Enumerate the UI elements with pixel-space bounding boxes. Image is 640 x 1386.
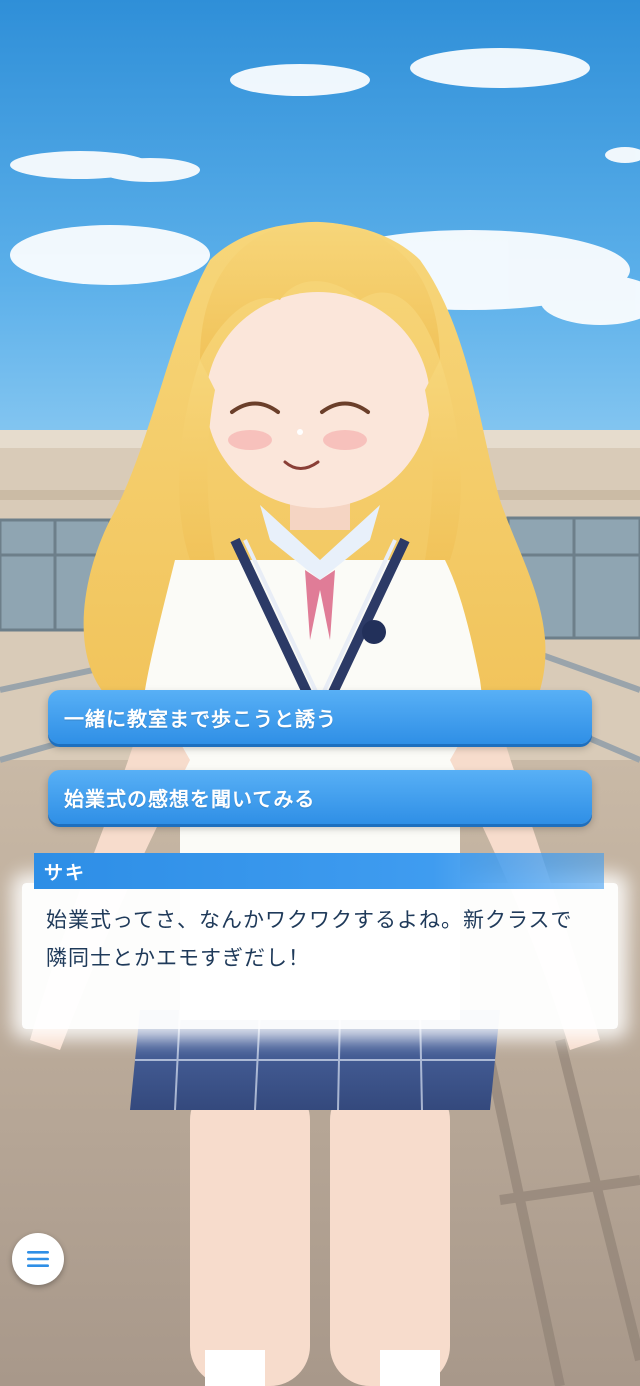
- speaker-name: サキ: [44, 861, 87, 884]
- choice-label: 一緒に教室まで歩こうと誘う: [64, 706, 337, 731]
- dialog-text: 始業式ってさ、なんかワクワクするよね。新クラスで隣同士とかエモすぎだし！: [46, 908, 573, 970]
- choice-button-ask-opening-ceremony[interactable]: 始業式の感想を聞いてみる: [48, 770, 592, 824]
- choice-label: 始業式の感想を聞いてみる: [64, 786, 316, 811]
- hamburger-menu-icon: [27, 1251, 49, 1267]
- menu-button[interactable]: [12, 1233, 64, 1285]
- choice-button-walk-to-classroom[interactable]: 一緒に教室まで歩こうと誘う: [48, 690, 592, 744]
- speaker-name-bar: サキ: [34, 853, 604, 889]
